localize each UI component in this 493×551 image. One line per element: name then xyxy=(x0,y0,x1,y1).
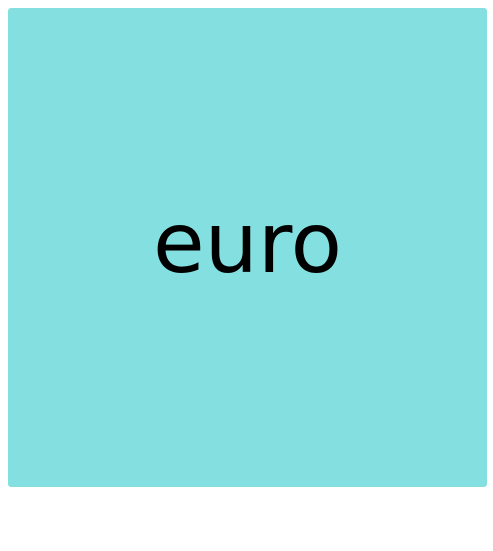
word-card[interactable]: euro xyxy=(8,8,487,487)
page: euro xyxy=(0,0,493,551)
card-label: euro xyxy=(153,193,342,292)
